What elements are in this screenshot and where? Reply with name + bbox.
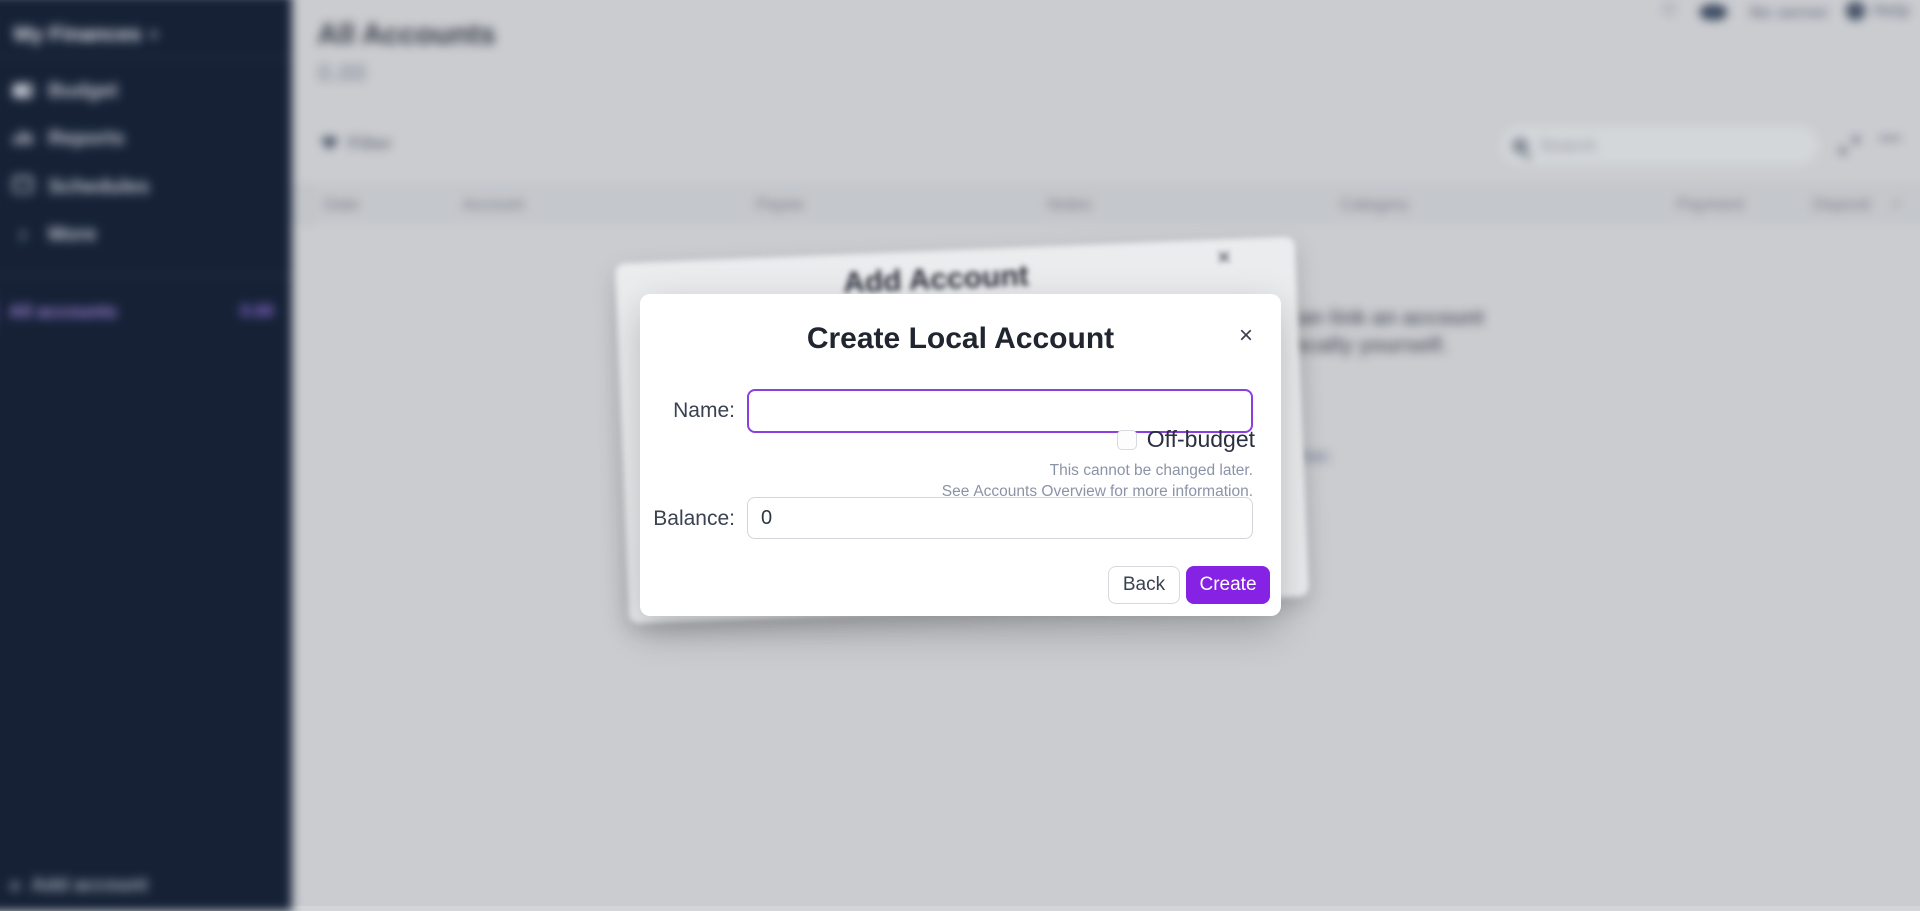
create-button[interactable]: Create [1186, 566, 1270, 604]
back-button[interactable]: Back [1108, 566, 1180, 604]
close-icon[interactable]: × [1216, 243, 1232, 273]
app-window: My Finances ▾ Budget Reports Schedules [0, 0, 1920, 906]
create-local-account-modal: Create Local Account × Name: Off-budget … [640, 294, 1281, 616]
name-label: Name: [640, 399, 735, 423]
offbudget-note: This cannot be changed later. SeeAccount… [942, 460, 1253, 502]
modal-title: Create Local Account [640, 322, 1281, 356]
offbudget-checkbox[interactable] [1117, 430, 1137, 450]
note-line1: This cannot be changed later. [1050, 462, 1253, 479]
balance-label: Balance: [640, 507, 735, 531]
offbudget-row: Off-budget [1117, 426, 1255, 453]
balance-field[interactable] [747, 497, 1253, 539]
offbudget-label: Off-budget [1147, 426, 1255, 453]
close-icon[interactable]: × [1239, 324, 1253, 348]
